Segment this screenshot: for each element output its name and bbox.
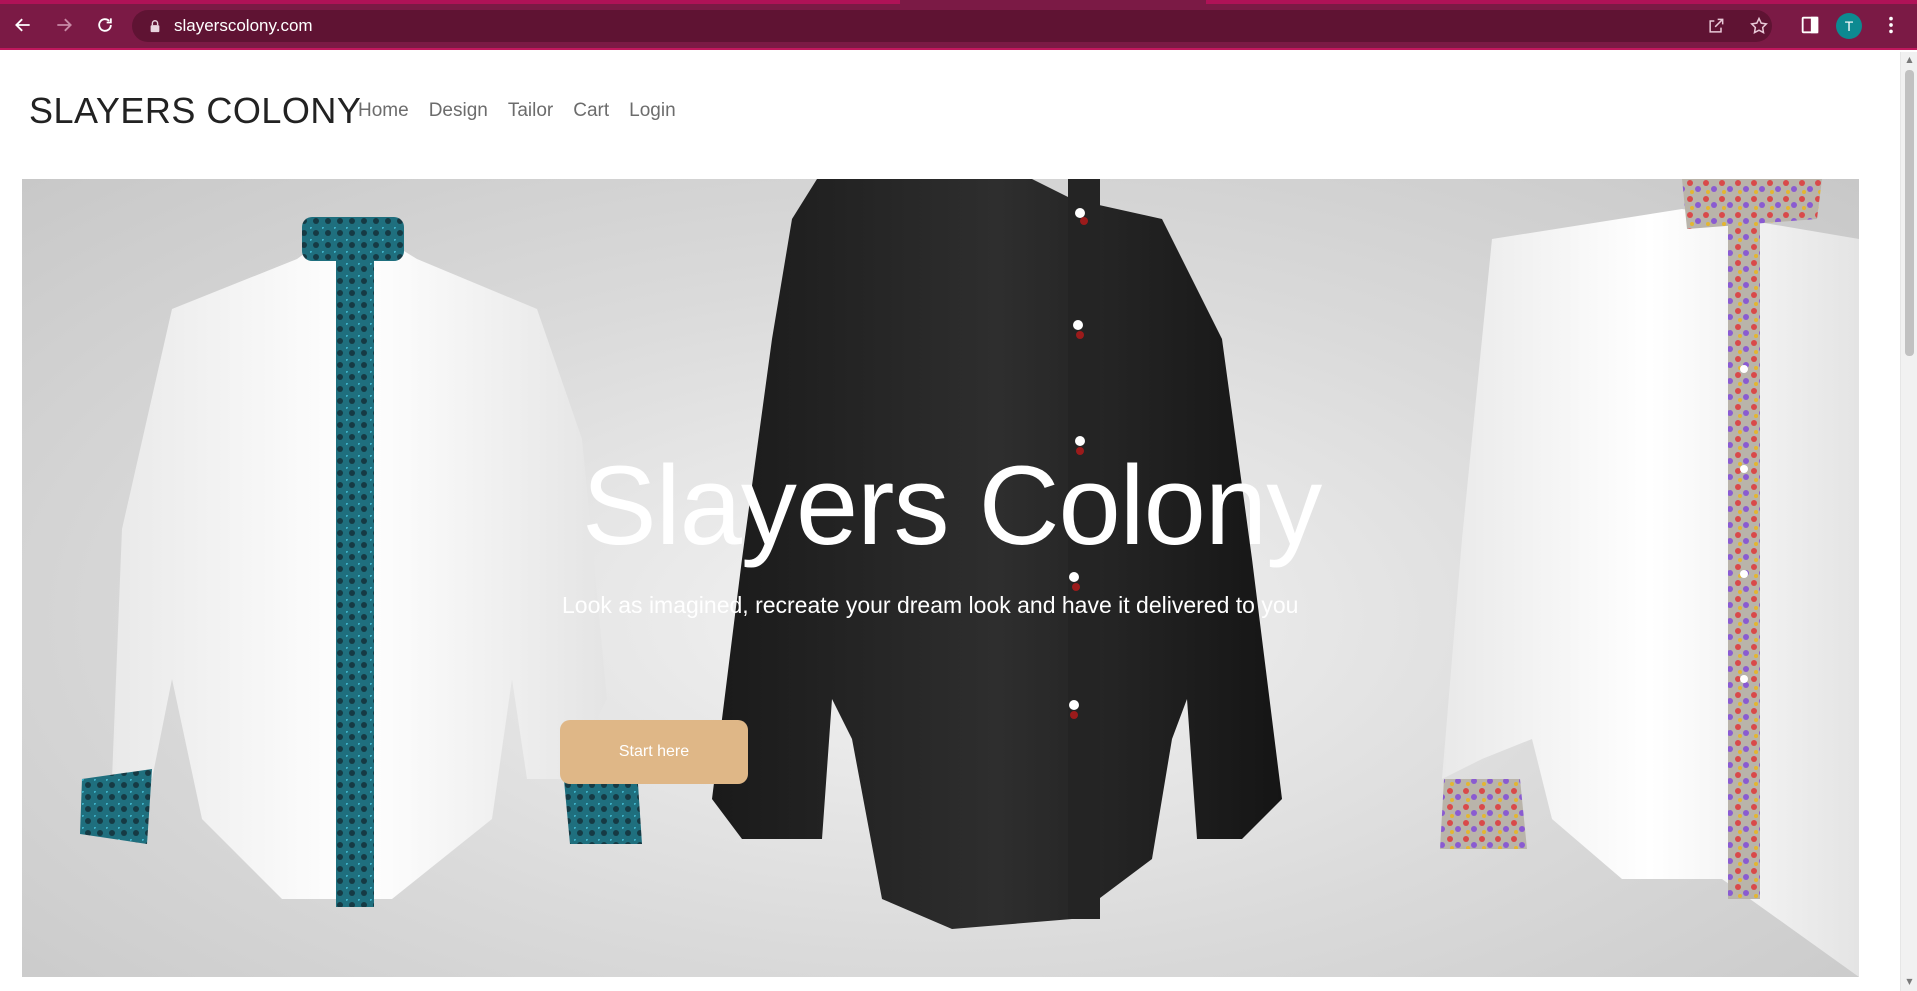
scroll-down-icon[interactable]: ▼ [1905, 978, 1914, 986]
scroll-up-icon[interactable]: ▲ [1905, 56, 1914, 64]
nav-home[interactable]: Home [358, 100, 409, 122]
back-button[interactable] [10, 12, 36, 38]
active-tab-indicator [900, 0, 1206, 4]
page-scrollbar[interactable]: ▲ ▼ [1900, 52, 1917, 991]
main-nav: Home Design Tailor Cart Login [358, 100, 676, 122]
browser-toolbar: slayerscolony.com T [0, 0, 1917, 50]
scroll-thumb[interactable] [1905, 70, 1914, 356]
site-logo[interactable]: SLAYERS COLONY [29, 90, 361, 132]
nav-tailor[interactable]: Tailor [508, 100, 553, 122]
hero-subtitle: Look as imagined, recreate your dream lo… [562, 592, 1299, 618]
nav-login[interactable]: Login [629, 100, 676, 122]
side-panel-icon[interactable] [1799, 14, 1821, 36]
profile-avatar[interactable]: T [1836, 13, 1862, 39]
url-text[interactable]: slayerscolony.com [174, 16, 313, 36]
white-shirt-teal-placket [80, 217, 642, 907]
forward-button[interactable] [51, 12, 77, 38]
reload-icon [98, 18, 112, 32]
hero-banner: Slayers Colony Look as imagined, recreat… [22, 179, 1859, 977]
back-arrow-icon [15, 18, 30, 32]
star-icon[interactable] [1749, 16, 1769, 36]
address-bar[interactable]: slayerscolony.com [132, 10, 1772, 42]
white-shirt-paisley-placket [1440, 179, 1859, 977]
lock-icon[interactable] [148, 19, 162, 33]
hero-title: Slayers Colony [582, 443, 1322, 568]
share-icon[interactable] [1706, 16, 1726, 36]
nav-design[interactable]: Design [429, 100, 488, 122]
kebab-menu-icon[interactable] [1880, 14, 1902, 36]
hero-shirts-image [80, 179, 1859, 977]
webpage: SLAYERS COLONY Home Design Tailor Cart L… [0, 52, 1900, 991]
nav-cart[interactable]: Cart [573, 100, 609, 122]
reload-button[interactable] [92, 12, 118, 38]
forward-arrow-icon [57, 18, 72, 32]
start-here-button[interactable]: Start here [560, 720, 748, 784]
